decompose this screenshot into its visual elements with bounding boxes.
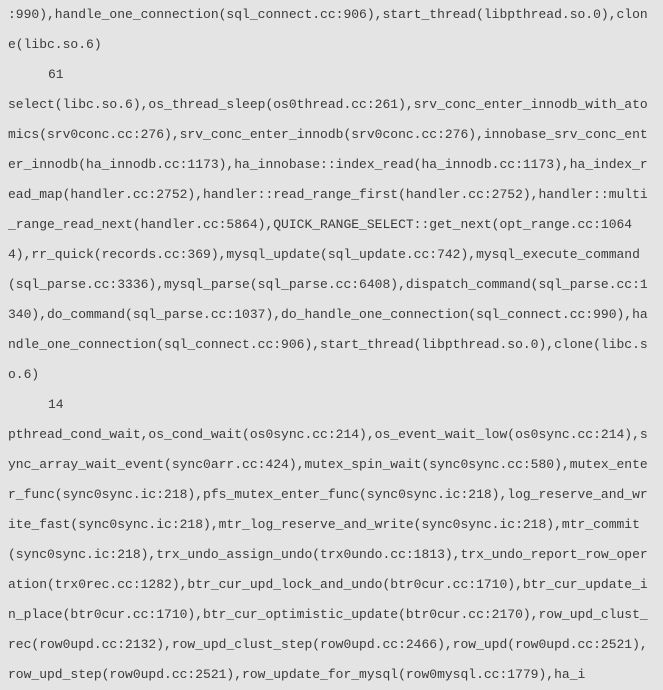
stack-trace-fragment-1: :990),handle_one_connection(sql_connect.… [8,0,655,60]
stack-trace-2: select(libc.so.6),os_thread_sleep(os0thr… [8,90,655,390]
thread-count-1: 61 [8,60,655,90]
thread-count-2: 14 [8,390,655,420]
stack-trace-3: pthread_cond_wait,os_cond_wait(os0sync.c… [8,420,655,690]
